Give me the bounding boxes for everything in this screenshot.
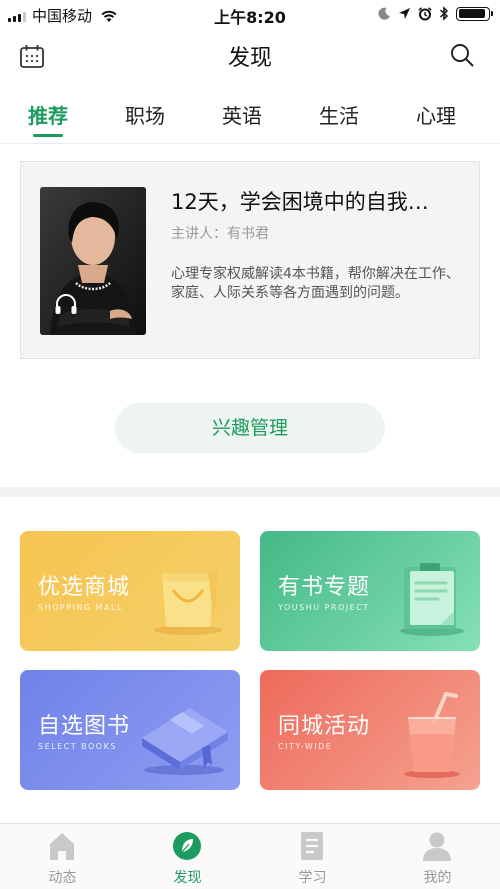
course-description: 心理专家权威解读4本书籍，帮你解决在工作、家庭、人际关系等各方面遇到的问题。 [171,266,460,301]
clipboard-icon [400,563,464,636]
tile-title: 同城活动 [278,714,371,739]
tile-title: 自选图书 [38,714,131,739]
tile-youshu-project[interactable]: 有书专题 YOUSHU PROJECT [260,531,480,651]
active-tab-indicator [33,134,63,137]
course-lecturer: 主讲人：有书君 [171,226,269,242]
bottom-tab-label: 发现 [173,870,202,886]
book-icon [142,708,228,775]
section-divider [0,487,500,497]
tile-subtitle: CITY-WIDE [278,742,333,751]
interest-management-button[interactable]: 兴趣管理 [115,403,385,453]
page-title: 发现 [227,46,272,71]
battery-icon [456,6,493,21]
bottom-tab-discover[interactable]: 发现 [125,824,250,889]
bottom-tab-study[interactable]: 学习 [250,824,375,889]
location-arrow-icon [399,8,410,19]
category-tabs: 推荐 职场 英语 生活 心理 [0,92,500,144]
status-bar: 中国移动 上午8:20 [0,0,500,28]
tile-select-books[interactable]: 自选图书 SELECT BOOKS [20,670,240,790]
headphones-icon [55,294,77,314]
tile-city-wide[interactable]: 同城活动 CITY-WIDE [260,670,480,790]
tab-english[interactable]: 英语 [202,100,282,129]
tile-title: 有书专题 [278,575,371,600]
discover-leaf-icon [173,832,201,860]
nav-bar: 发现 [0,28,500,84]
moon-icon [378,7,390,20]
bottom-tab-label: 我的 [423,870,452,886]
tile-subtitle: YOUSHU PROJECT [278,603,370,612]
user-icon [423,832,451,861]
bottom-tab-bar: 动态 发现 学习 我的 [0,823,500,889]
tab-psychology[interactable]: 心理 [396,100,476,129]
bottom-tab-feed[interactable]: 动态 [0,824,125,889]
search-icon[interactable] [449,42,475,68]
course-cover-image [40,187,146,335]
drink-cup-icon [404,691,460,778]
tile-title: 优选商城 [38,575,131,600]
status-right [378,6,493,21]
bottom-tab-label: 学习 [298,870,327,886]
tile-subtitle: SELECT BOOKS [38,742,117,751]
tab-recommend[interactable]: 推荐 [8,100,88,129]
course-title[interactable]: 12天，学会困境中的自我… [171,186,461,216]
tab-life[interactable]: 生活 [299,100,379,129]
home-icon [50,833,74,860]
course-card[interactable]: 12天，学会困境中的自我… 主讲人：有书君 心理专家权威解读4本书籍，帮你解决在… [20,161,480,359]
bluetooth-icon [439,6,449,21]
bottom-tab-mine[interactable]: 我的 [375,824,500,889]
document-icon [301,832,323,860]
shopping-bag-icon [154,569,222,635]
alarm-clock-icon [418,6,432,20]
tab-workplace[interactable]: 职场 [105,100,185,129]
bottom-tab-label: 动态 [48,870,77,886]
tile-subtitle: SHOPPING MALL [38,603,123,612]
tile-shopping-mall[interactable]: 优选商城 SHOPPING MALL [20,531,240,651]
